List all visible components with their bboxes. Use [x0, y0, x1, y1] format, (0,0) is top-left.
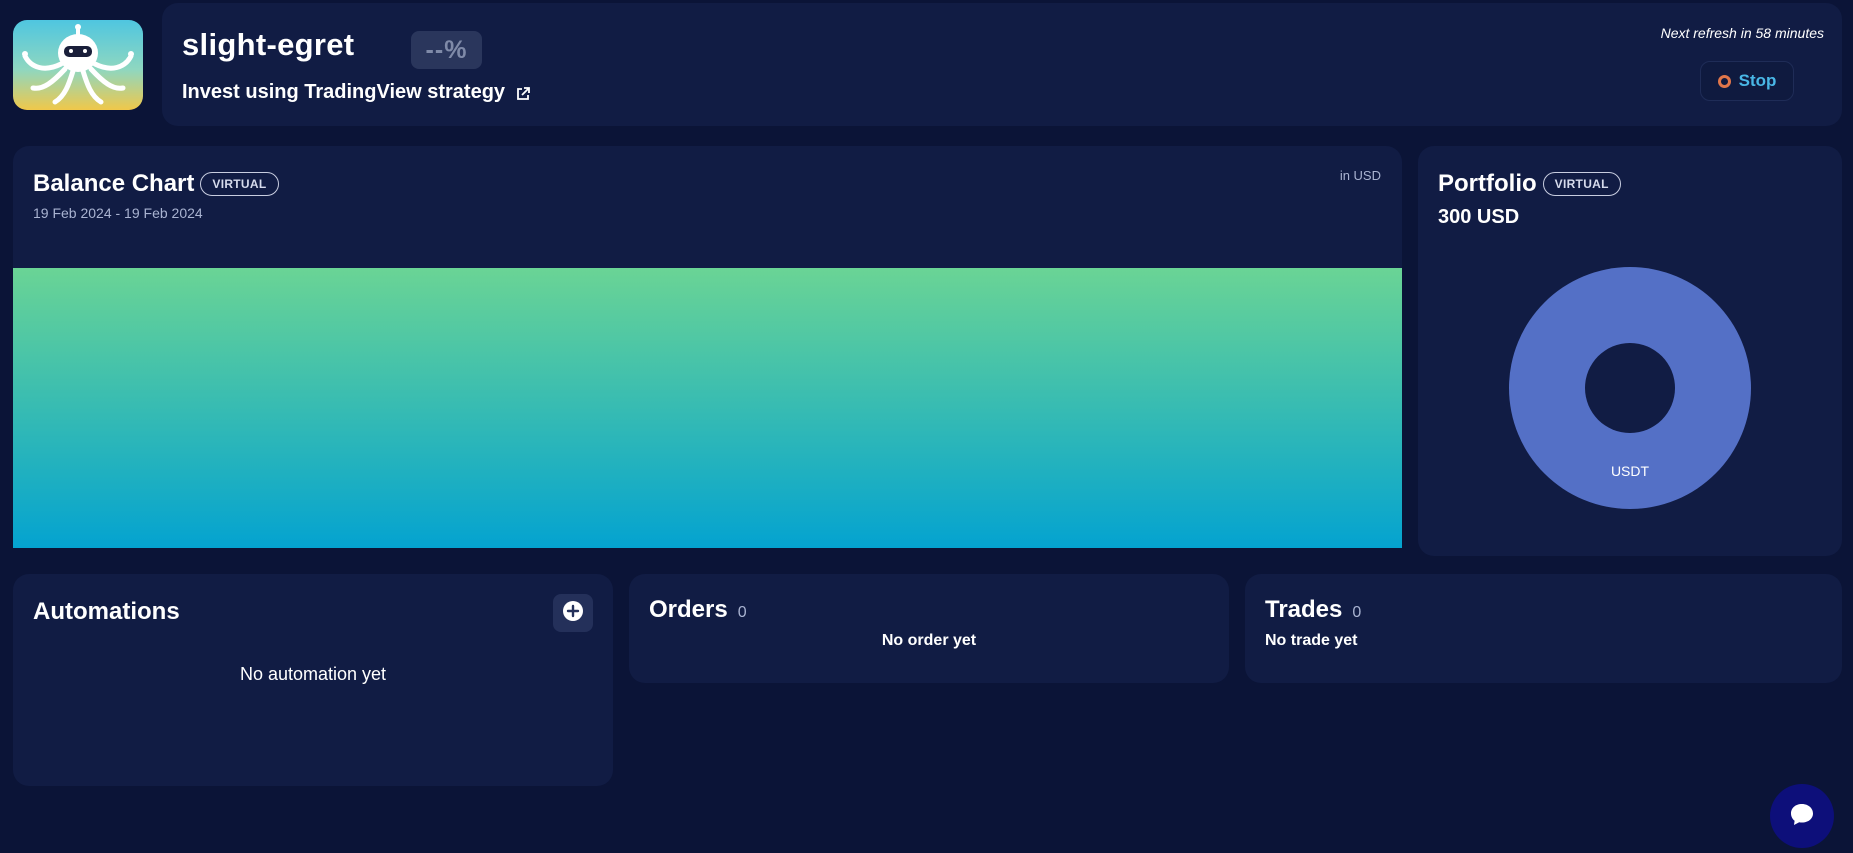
virtual-badge: VIRTUAL	[200, 172, 279, 196]
bot-name: slight-egret	[182, 27, 355, 62]
donut-label-usdt: USDT	[1611, 463, 1650, 479]
portfolio-title: Portfolio	[1438, 170, 1537, 197]
portfolio-donut-chart[interactable]: USDT	[1509, 267, 1751, 509]
portfolio-total: 300 USD	[1438, 206, 1520, 228]
automations-title: Automations	[33, 598, 180, 625]
balance-chart-card: Balance Chart VIRTUAL 19 Feb 2024 - 19 F…	[13, 146, 1402, 548]
virtual-badge: VIRTUAL	[1542, 172, 1621, 196]
chat-bubble-icon	[1789, 802, 1815, 831]
currency-unit: in USD	[1339, 168, 1381, 183]
portfolio-card: Portfolio VIRTUAL 300 USD USDT	[1418, 146, 1842, 556]
donut-hole	[1585, 343, 1675, 433]
performance-badge: --%	[411, 31, 482, 69]
bot-dashboard: slight-egret --% Invest using TradingVie…	[0, 0, 1853, 853]
orders-title: Orders	[649, 596, 728, 623]
chat-launcher-button[interactable]	[1770, 784, 1834, 848]
trades-count: 0	[1352, 604, 1362, 621]
orders-count: 0	[737, 604, 747, 621]
automations-card: Automations No automation yet	[13, 574, 613, 786]
bot-header: slight-egret --% Invest using TradingVie…	[162, 3, 1842, 126]
balance-area	[13, 268, 1402, 548]
date-range: 19 Feb 2024 - 19 Feb 2024	[33, 205, 203, 221]
trades-card: Trades 0 No trade yet	[1245, 574, 1842, 683]
stop-button[interactable]: Stop	[1700, 61, 1794, 101]
stop-circle-icon	[1717, 74, 1731, 88]
balance-chart-title: Balance Chart	[33, 170, 195, 197]
orders-card: Orders 0 No order yet	[629, 574, 1229, 683]
plus-circle-icon	[563, 600, 583, 626]
refresh-countdown: Next refresh in 58 minutes	[1660, 25, 1824, 41]
bot-avatar-logo	[13, 20, 143, 110]
external-link-icon	[515, 85, 531, 101]
strategy-link-label: Invest using TradingView strategy	[182, 81, 506, 103]
stop-button-label: Stop	[1738, 71, 1777, 90]
strategy-link[interactable]: Invest using TradingView strategy	[182, 81, 531, 104]
orders-empty-state: No order yet	[881, 632, 977, 649]
add-automation-button[interactable]	[553, 594, 593, 632]
trades-title: Trades	[1265, 596, 1343, 623]
trades-empty-state: No trade yet	[1265, 632, 1358, 649]
balance-area-chart[interactable]	[13, 268, 1402, 548]
automations-empty-state: No automation yet	[239, 664, 387, 684]
